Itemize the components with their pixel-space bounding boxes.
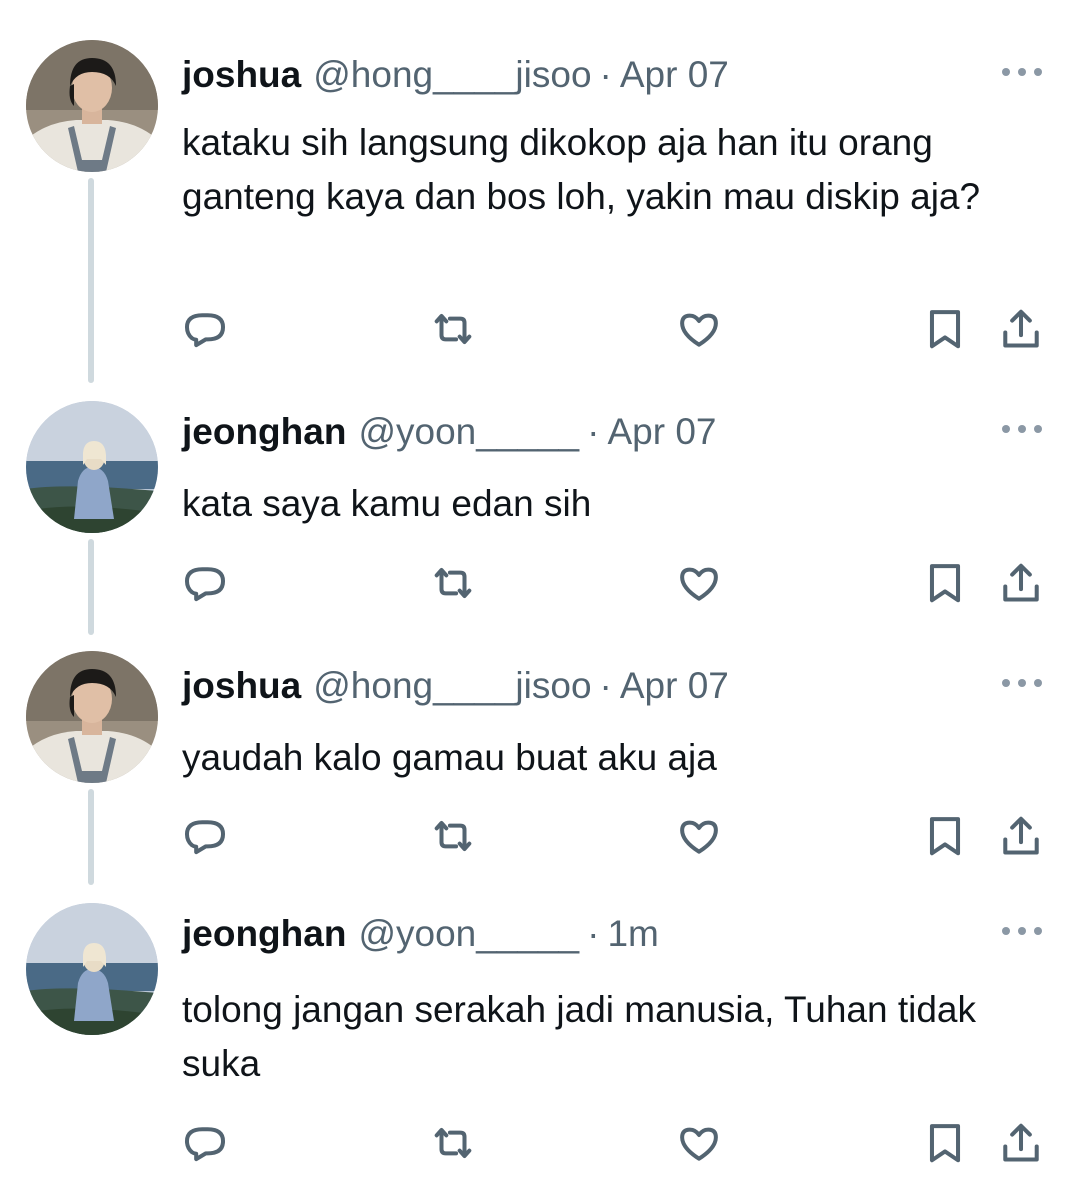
bookmark-icon[interactable] (920, 1118, 970, 1168)
heart-icon[interactable] (674, 811, 724, 861)
bookmark-icon[interactable] (920, 304, 970, 354)
display-name[interactable]: joshua (182, 663, 301, 709)
retweet-icon[interactable] (428, 1118, 478, 1168)
more-icon[interactable] (1002, 66, 1042, 78)
separator-dot: · (587, 411, 600, 452)
timestamp[interactable]: 1m (607, 911, 658, 957)
action-bar (0, 811, 1068, 861)
action-bar (0, 1118, 1068, 1168)
more-icon[interactable] (1002, 925, 1042, 937)
tweet-header: jeonghan @yoon_____ · Apr 07 (182, 409, 716, 455)
share-icon[interactable] (996, 558, 1046, 608)
tweet-header: jeonghan @yoon_____ · 1m (182, 911, 659, 957)
user-handle[interactable]: @hong____jisoo (313, 663, 591, 709)
action-bar (0, 304, 1068, 354)
display-name[interactable]: jeonghan (182, 911, 346, 957)
separator-dot: · (599, 665, 612, 706)
reply-icon[interactable] (180, 1118, 230, 1168)
tweet[interactable]: joshua @hong____jisoo · Apr 07 kataku si… (0, 40, 1068, 383)
timestamp[interactable]: Apr 07 (607, 409, 716, 455)
heart-icon[interactable] (674, 1118, 724, 1168)
user-handle[interactable]: @hong____jisoo (313, 52, 591, 98)
share-icon[interactable] (996, 304, 1046, 354)
heart-icon[interactable] (674, 304, 724, 354)
more-icon[interactable] (1002, 677, 1042, 689)
tweet-text: kata saya kamu edan sih (182, 483, 592, 524)
avatar[interactable] (26, 401, 158, 533)
tweet-header: joshua @hong____jisoo · Apr 07 (182, 52, 729, 98)
timestamp[interactable]: Apr 07 (620, 52, 729, 98)
separator-dot: · (587, 913, 600, 954)
avatar[interactable] (26, 651, 158, 783)
reply-icon[interactable] (180, 558, 230, 608)
tweet[interactable]: jeonghan @yoon_____ · 1m tolong jangan s… (0, 903, 1068, 1200)
action-bar (0, 558, 1068, 608)
retweet-icon[interactable] (428, 304, 478, 354)
share-icon[interactable] (996, 811, 1046, 861)
display-name[interactable]: jeonghan (182, 409, 346, 455)
share-icon[interactable] (996, 1118, 1046, 1168)
avatar[interactable] (26, 903, 158, 1035)
user-handle[interactable]: @yoon_____ (358, 409, 579, 455)
retweet-icon[interactable] (428, 811, 478, 861)
heart-icon[interactable] (674, 558, 724, 608)
more-icon[interactable] (1002, 423, 1042, 435)
user-handle[interactable]: @yoon_____ (358, 911, 579, 957)
timestamp[interactable]: Apr 07 (620, 663, 729, 709)
reply-icon[interactable] (180, 811, 230, 861)
tweet-text: yaudah kalo gamau buat aku aja (182, 737, 717, 778)
tweet-text: tolong jangan serakah jadi manusia, Tuha… (182, 989, 976, 1084)
tweet[interactable]: joshua @hong____jisoo · Apr 07 yaudah ka… (0, 651, 1068, 891)
retweet-icon[interactable] (428, 558, 478, 608)
separator-dot: · (599, 54, 612, 95)
bookmark-icon[interactable] (920, 811, 970, 861)
tweet-header: joshua @hong____jisoo · Apr 07 (182, 663, 729, 709)
reply-icon[interactable] (180, 304, 230, 354)
tweet[interactable]: jeonghan @yoon_____ · Apr 07 kata saya k… (0, 401, 1068, 635)
tweet-text: kataku sih langsung dikokop aja han itu … (182, 122, 981, 217)
display-name[interactable]: joshua (182, 52, 301, 98)
bookmark-icon[interactable] (920, 558, 970, 608)
avatar[interactable] (26, 40, 158, 172)
